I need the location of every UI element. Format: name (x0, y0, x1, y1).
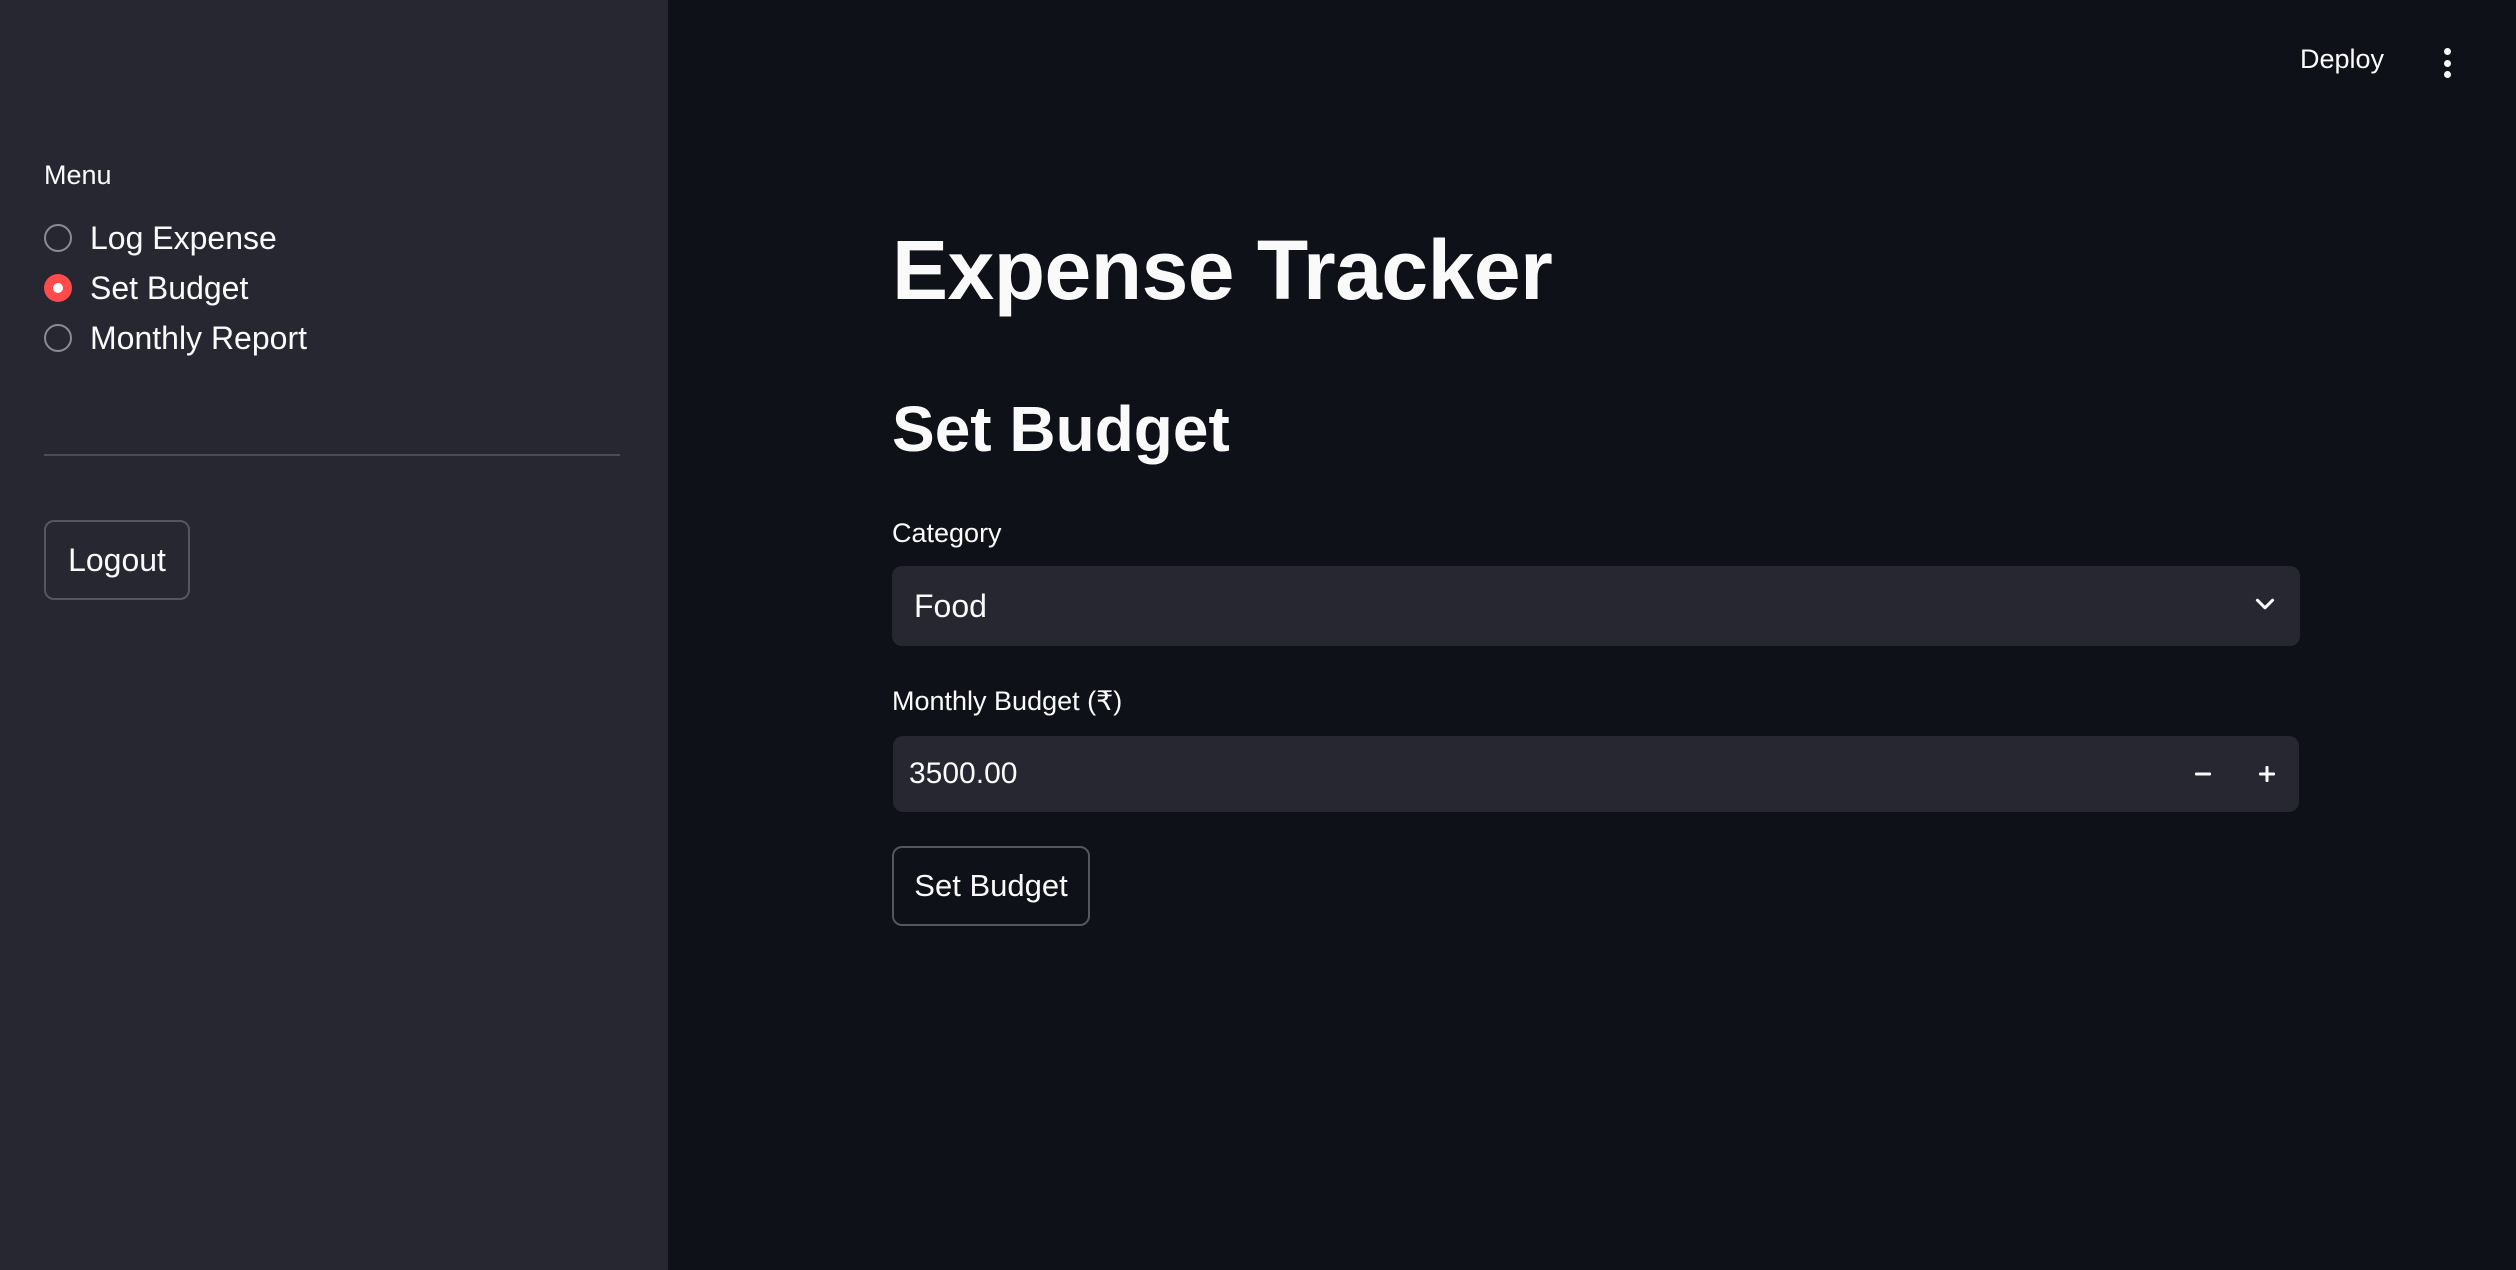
radio-option-log-expense[interactable]: Log Expense (44, 213, 307, 263)
radio-option-monthly-report[interactable]: Monthly Report (44, 313, 307, 363)
deploy-button[interactable]: Deploy (2300, 44, 2384, 75)
radio-option-set-budget[interactable]: Set Budget (44, 263, 307, 313)
chevron-down-icon (2252, 591, 2278, 622)
budget-label: Monthly Budget (₹) (892, 686, 1123, 716)
category-select-value: Food (914, 587, 987, 624)
decrement-button[interactable] (2171, 736, 2235, 812)
logout-button[interactable]: Logout (44, 520, 190, 600)
category-select[interactable]: Food (892, 566, 2300, 646)
increment-button[interactable] (2235, 736, 2299, 812)
page-title: Expense Tracker (892, 223, 1553, 317)
radio-label: Log Expense (90, 219, 277, 256)
radio-unselected-icon[interactable] (44, 224, 72, 252)
budget-number-input (893, 736, 2299, 812)
kebab-menu-icon[interactable] (2440, 48, 2454, 78)
app-root: Menu Log Expense Set Budget Monthly Repo… (0, 0, 2516, 1270)
minus-icon (2195, 772, 2211, 776)
menu-label: Menu (44, 160, 112, 190)
budget-input[interactable] (893, 736, 2171, 812)
radio-unselected-icon[interactable] (44, 324, 72, 352)
radio-label: Set Budget (90, 269, 249, 306)
section-heading: Set Budget (892, 393, 1230, 465)
radio-label: Monthly Report (90, 319, 307, 356)
radio-selected-icon[interactable] (44, 274, 72, 302)
plus-icon (2259, 766, 2275, 782)
menu-radio-group: Log Expense Set Budget Monthly Report (44, 213, 307, 363)
category-label: Category (892, 518, 1002, 548)
set-budget-button[interactable]: Set Budget (892, 846, 1090, 926)
sidebar-divider (44, 454, 620, 456)
sidebar: Menu Log Expense Set Budget Monthly Repo… (0, 0, 668, 1270)
